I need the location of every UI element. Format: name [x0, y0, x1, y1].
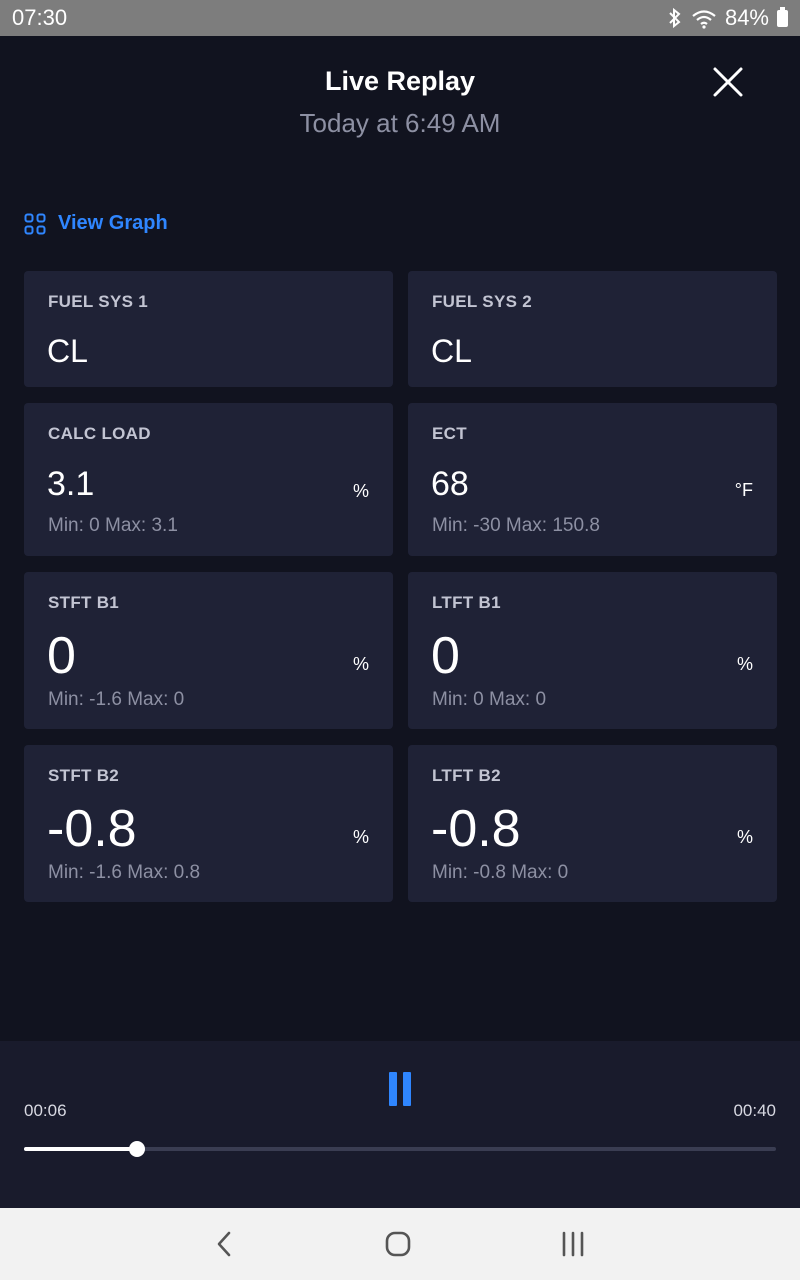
- status-bar: 07:30 84%: [0, 0, 800, 36]
- card-value: 3.1: [47, 465, 95, 503]
- card-value: 0: [431, 627, 460, 685]
- card-label: LTFT B1: [432, 593, 501, 612]
- card-unit: %: [736, 827, 753, 847]
- pause-button[interactable]: [389, 1072, 413, 1106]
- page-title: Live Replay: [324, 66, 476, 96]
- grid-icon: [24, 213, 46, 234]
- card-label: STFT B2: [48, 766, 120, 785]
- card-fuel-sys-1[interactable]: FUEL SYS 1 CL: [24, 271, 393, 387]
- card-value: -0.8: [47, 800, 137, 858]
- card-value: 68: [431, 465, 469, 503]
- card-stft-b2[interactable]: STFT B2 -0.8 % Min: -1.6 Max: 0.8: [24, 745, 393, 902]
- wifi-icon: [692, 10, 716, 29]
- progress-slider[interactable]: [24, 1141, 776, 1157]
- status-time: 07:30: [12, 5, 68, 30]
- card-label: FUEL SYS 2: [432, 292, 532, 311]
- card-fuel-sys-2[interactable]: FUEL SYS 2 CL: [408, 271, 777, 387]
- card-minmax: Min: -0.8 Max: 0: [432, 862, 569, 883]
- card-minmax: Min: -30 Max: 150.8: [432, 515, 600, 536]
- system-nav-bar: [0, 1208, 800, 1280]
- card-unit: %: [352, 481, 369, 501]
- page-subtitle: Today at 6:49 AM: [299, 108, 501, 138]
- card-ltft-b2[interactable]: LTFT B2 -0.8 % Min: -0.8 Max: 0: [408, 745, 777, 902]
- card-stft-b1[interactable]: STFT B1 0 % Min: -1.6 Max: 0: [24, 572, 393, 729]
- card-minmax: Min: 0 Max: 0: [432, 689, 547, 710]
- card-minmax: Min: -1.6 Max: 0.8: [48, 862, 201, 883]
- progress-thumb[interactable]: [128, 1141, 145, 1157]
- card-value: CL: [47, 333, 88, 369]
- card-value: -0.8: [431, 800, 521, 858]
- battery-percent: 84%: [724, 5, 769, 30]
- total-time: 00:40: [733, 1101, 776, 1120]
- bluetooth-icon: [669, 7, 681, 29]
- card-ect[interactable]: ECT 68 °F Min: -30 Max: 150.8: [408, 403, 777, 556]
- pause-icon: [389, 1072, 397, 1106]
- elapsed-time: 00:06: [24, 1101, 67, 1120]
- card-calc-load[interactable]: CALC LOAD 3.1 % Min: 0 Max: 3.1: [24, 403, 393, 556]
- recents-button[interactable]: [553, 1226, 593, 1262]
- card-value: CL: [431, 333, 472, 369]
- home-icon: [385, 1231, 411, 1257]
- pause-icon-bar: [403, 1072, 411, 1106]
- card-unit: %: [736, 654, 753, 674]
- card-unit: %: [352, 654, 369, 674]
- card-unit: °F: [734, 480, 753, 500]
- close-icon: [713, 67, 743, 97]
- view-graph-button[interactable]: View Graph: [24, 212, 168, 235]
- card-label: CALC LOAD: [48, 424, 151, 443]
- card-label: FUEL SYS 1: [48, 292, 148, 311]
- status-icons: 84%: [667, 5, 788, 31]
- card-unit: %: [352, 827, 369, 847]
- progress-fill: [24, 1147, 137, 1151]
- card-label: ECT: [432, 424, 467, 443]
- back-button[interactable]: [204, 1226, 244, 1262]
- replay-player: 00:06 00:40: [0, 1041, 800, 1208]
- card-value: 0: [47, 627, 76, 685]
- card-minmax: Min: 0 Max: 3.1: [48, 515, 178, 536]
- card-ltft-b1[interactable]: LTFT B1 0 % Min: 0 Max: 0: [408, 572, 777, 729]
- recents-icon: [562, 1231, 584, 1257]
- home-button[interactable]: [378, 1226, 418, 1262]
- view-graph-label: View Graph: [58, 212, 168, 234]
- close-button[interactable]: [708, 62, 748, 102]
- card-label: LTFT B2: [432, 766, 501, 785]
- battery-icon: [777, 6, 788, 27]
- card-label: STFT B1: [48, 593, 120, 612]
- card-minmax: Min: -1.6 Max: 0: [48, 689, 185, 710]
- back-icon: [217, 1231, 231, 1257]
